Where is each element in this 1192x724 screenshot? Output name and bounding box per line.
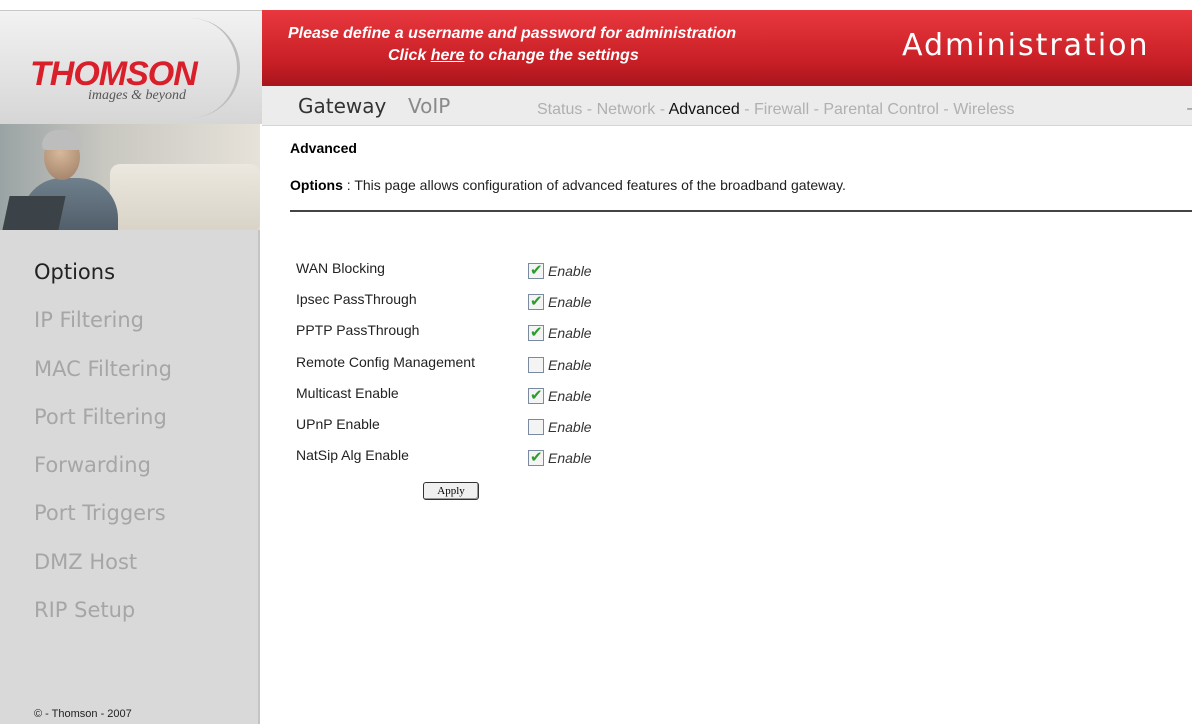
photo-sofa [110,164,260,230]
option-label: NatSip Alg Enable [296,447,409,463]
subnav-separator: - [739,101,754,118]
subnav-item-status[interactable]: Status [537,101,582,118]
option-enable-label[interactable]: Enable [548,357,592,373]
sidebar-item-ip-filtering[interactable]: IP Filtering [34,304,172,352]
header-divider [290,210,1192,212]
sidebar-nav: Options IP Filtering MAC Filtering Port Fil… [34,256,172,642]
subnav-item-wireless[interactable]: Wireless [953,101,1014,118]
photo-person-hair [42,130,82,150]
sidebar-item-port-triggers[interactable]: Port Triggers [34,497,172,545]
tab-voip[interactable]: VoIP [408,94,450,118]
page-title: Advanced [290,140,357,156]
top-nav: Gateway VoIP Status - Network - Advanced… [262,86,1192,126]
option-enable-label[interactable]: Enable [548,325,592,341]
option-enable-label[interactable]: Enable [548,263,592,279]
banner-line2-prefix: Click [388,47,431,64]
option-label: PPTP PassThrough [296,322,420,338]
option-enable-label[interactable]: Enable [548,294,592,310]
option-checkbox[interactable] [528,419,544,435]
sidebar-item-forwarding[interactable]: Forwarding [34,449,172,497]
banner-title: Administration [902,28,1150,63]
subnav-item-firewall[interactable]: Firewall [754,101,809,118]
page-description: Options : This page allows configuration… [290,177,846,193]
sidebar-item-mac-filtering[interactable]: MAC Filtering [34,353,172,401]
subnav-separator: - [809,101,824,118]
header-photo [0,124,260,230]
option-label: UPnP Enable [296,416,380,432]
page-desc-text: This page allows configuration of advanc… [354,177,846,193]
tab-gateway[interactable]: Gateway [298,94,386,118]
left-column: THOMSON images & beyond Options IP Filter… [0,0,262,724]
option-enable-label[interactable]: Enable [548,450,592,466]
page-desc-label: Options [290,177,343,193]
subnav-separator: - [938,101,954,118]
banner-message: Please define a username and password fo… [288,23,888,67]
sidebar-item-options[interactable]: Options [34,256,172,304]
option-checkbox[interactable] [528,323,544,341]
option-enable-label[interactable]: Enable [548,419,592,435]
nav-overflow-glyph: – [1187,100,1192,118]
logo-area: THOMSON images & beyond [0,0,262,124]
subnav-separator: - [655,101,669,118]
banner-message-line2: Click here to change the settings [288,45,888,67]
sub-nav: Status - Network - Advanced - Firewall -… [537,101,1015,119]
option-checkbox[interactable] [528,448,544,466]
admin-banner: Please define a username and password fo… [262,10,1192,86]
option-checkbox[interactable] [528,386,544,404]
sidebar-item-port-filtering[interactable]: Port Filtering [34,401,172,449]
apply-button[interactable]: Apply [423,482,479,500]
banner-line2-suffix: to change the settings [464,47,639,64]
subnav-item-advanced[interactable]: Advanced [669,101,740,118]
copyright: © - Thomson - 2007 [34,708,132,720]
logo-tagline: images & beyond [88,88,186,103]
subnav-item-network[interactable]: Network [597,101,656,118]
subnav-item-parental-control[interactable]: Parental Control [823,101,939,118]
option-label: Remote Config Management [296,354,475,370]
change-settings-link[interactable]: here [431,47,465,64]
photo-laptop [2,196,66,230]
page-desc-sep: : [342,177,355,193]
sidebar-item-rip-setup[interactable]: RIP Setup [34,594,172,642]
option-label: Multicast Enable [296,385,399,401]
banner-message-line1: Please define a username and password fo… [288,25,737,42]
option-checkbox[interactable] [528,292,544,310]
option-label: WAN Blocking [296,260,385,276]
subnav-separator: - [582,101,597,118]
option-checkbox[interactable] [528,261,544,279]
option-enable-label[interactable]: Enable [548,388,592,404]
option-checkbox[interactable] [528,357,544,373]
option-label: Ipsec PassThrough [296,291,417,307]
sidebar-item-dmz-host[interactable]: DMZ Host [34,546,172,594]
